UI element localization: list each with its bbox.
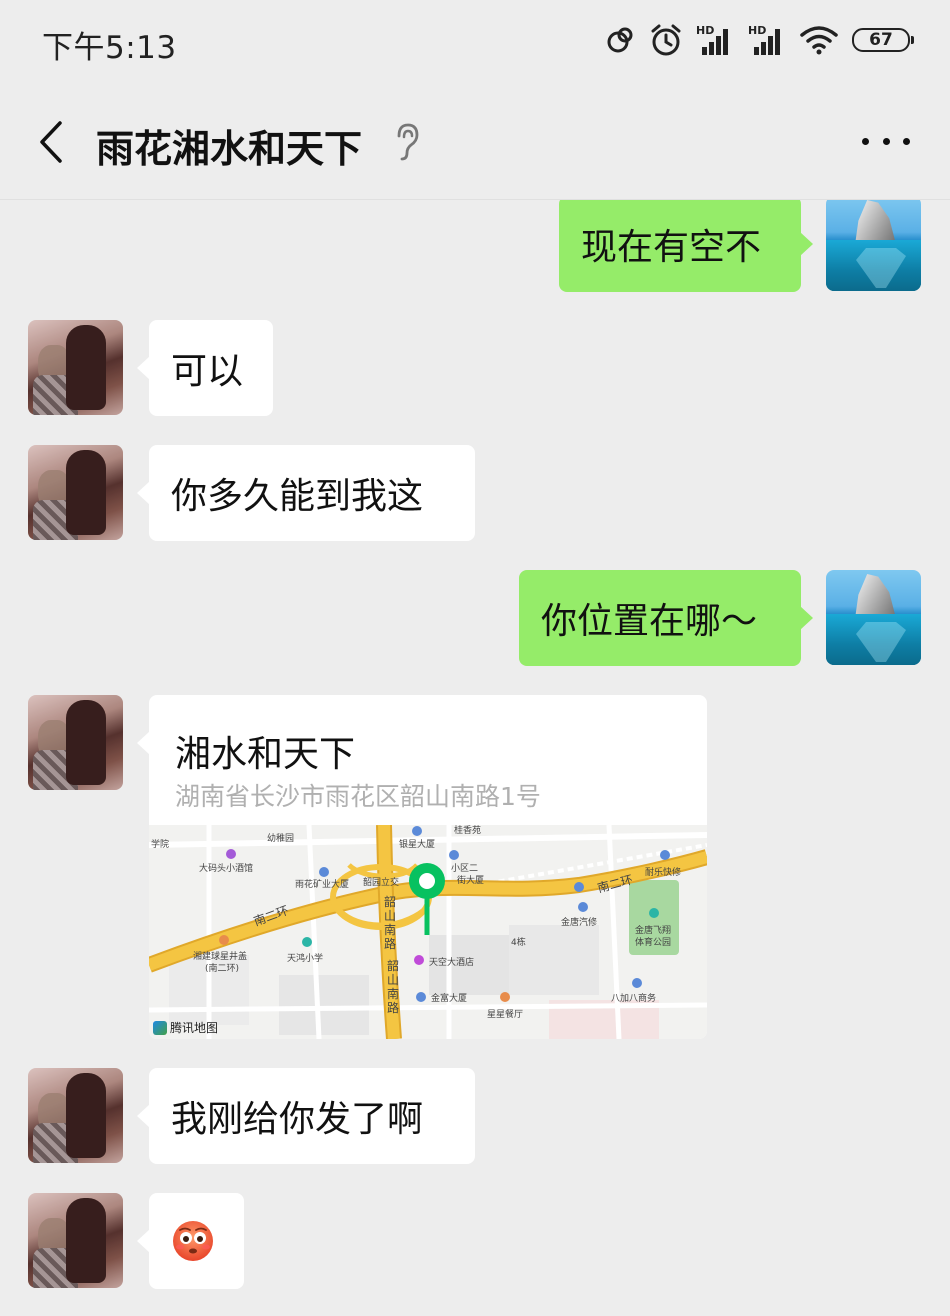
map-label: 学院 (151, 840, 170, 850)
chat-header: 雨花湘水和天下 (0, 84, 950, 200)
location-message-card[interactable]: 湘水和天下 湖南省长沙市雨花区韶山南路1号 学院 幼稚园 银星大厦 桂香苑 小区… (149, 695, 707, 1039)
map-label: 金富大厦 (431, 994, 468, 1004)
back-icon (40, 121, 62, 163)
my-avatar[interactable] (826, 570, 921, 665)
location-name: 湘水和天下 (175, 734, 356, 775)
map-label: 韶园立交 (363, 878, 400, 888)
map-road-label: 韶山南路 (384, 895, 397, 951)
hd-label: HD (696, 24, 714, 37)
map-label: 银星大厦 (399, 840, 436, 850)
map-label: 街大厦 (457, 876, 485, 886)
status-time: 下午5:13 (42, 30, 177, 66)
status-bar: 下午5:13 HD HD 67 (0, 0, 950, 84)
contact-avatar[interactable] (28, 320, 123, 415)
battery-level: 67 (869, 30, 893, 50)
sync-icon (607, 27, 633, 53)
map-label: 八加八商务 (611, 994, 657, 1004)
map-label: 耐乐快修 (645, 868, 682, 878)
message-text: 可以 (171, 351, 244, 392)
more-dot (862, 137, 869, 145)
hd-label: HD (748, 24, 766, 37)
map-label: 幼稚园 (267, 834, 295, 844)
ear-icon (397, 123, 419, 161)
contact-avatar[interactable] (28, 1193, 123, 1288)
map-label: 桂香苑 (454, 826, 482, 836)
message-bubble-incoming[interactable]: 你多久能到我这 (137, 445, 475, 541)
my-avatar[interactable] (826, 200, 921, 291)
map-watermark-text: 腾讯地图 (170, 1021, 219, 1035)
chat-message-list[interactable]: 现在有空不 可以 你多久能到我这 你位置在哪～ 湘水和天下 湖南省长沙市雨花区韶… (0, 200, 950, 1316)
message-text: 你多久能到我这 (171, 476, 424, 517)
map-label: 雨花矿业大厦 (295, 880, 350, 890)
flushed-face-icon (173, 1221, 213, 1261)
location-map-preview[interactable]: 学院 幼稚园 银星大厦 桂香苑 小区二 街大厦 大码头小酒馆 雨花矿业大厦 韶园… (149, 824, 707, 1039)
map-label: 大码头小酒馆 (199, 864, 254, 874)
chat-title: 雨花湘水和天下 (96, 127, 363, 171)
status-icons: HD HD 67 (604, 20, 914, 60)
tencent-map-logo-icon (153, 1020, 167, 1035)
message-text: 我刚给你发了啊 (171, 1099, 424, 1140)
contact-avatar[interactable] (28, 695, 123, 790)
message-text: 现在有空不 (581, 227, 762, 268)
message-bubble-incoming[interactable]: 可以 (137, 320, 273, 416)
map-label: (南二环) (205, 964, 240, 974)
more-dot (903, 137, 910, 145)
wifi-icon (800, 26, 838, 55)
location-address: 湖南省长沙市雨花区韶山南路1号 (175, 782, 541, 811)
message-bubble-outgoing[interactable]: 现在有空不 (559, 200, 813, 292)
message-bubble-outgoing[interactable]: 你位置在哪～ (519, 570, 813, 666)
map-label: 天空大酒店 (429, 958, 475, 968)
battery-icon: 67 (852, 28, 914, 52)
contact-avatar[interactable] (28, 445, 123, 540)
back-button[interactable] (26, 112, 76, 172)
map-label: 金唐汽修 (561, 918, 598, 928)
map-road-label: 韶山南路 (387, 959, 400, 1015)
map-watermark: 腾讯地图 (153, 1019, 218, 1036)
contact-avatar[interactable] (28, 1068, 123, 1163)
map-label: 4栋 (511, 938, 526, 948)
message-text: 你位置在哪～ (541, 601, 758, 642)
hd-signal-icon: HD (748, 24, 780, 55)
alarm-icon (651, 24, 681, 56)
message-bubble-incoming[interactable] (137, 1193, 244, 1289)
more-button[interactable] (862, 126, 910, 156)
map-label: 体育公园 (635, 938, 672, 948)
message-bubble-incoming[interactable]: 我刚给你发了啊 (137, 1068, 475, 1164)
map-label: 星星餐厅 (487, 1010, 524, 1020)
hd-signal-icon: HD (696, 24, 728, 55)
map-graphic (149, 824, 707, 1039)
map-label: 天鸿小学 (287, 954, 324, 964)
more-dot (882, 137, 890, 145)
